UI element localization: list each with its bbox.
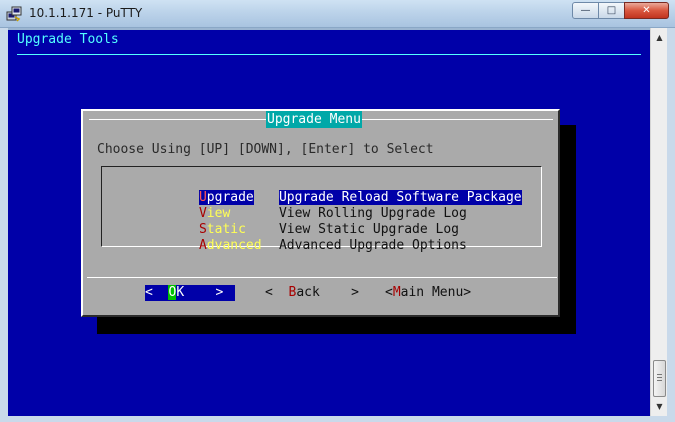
button-divider bbox=[87, 277, 557, 278]
button-bracket: < bbox=[265, 285, 289, 300]
minimize-button[interactable]: — bbox=[572, 2, 599, 19]
scroll-down-button[interactable]: ▼ bbox=[651, 398, 668, 415]
button-hotkey: M bbox=[392, 285, 401, 300]
grip-line bbox=[657, 380, 662, 381]
grip-line bbox=[657, 377, 662, 378]
ok-button[interactable]: < OK > bbox=[145, 285, 235, 301]
menu-item-label: dvanced bbox=[206, 238, 262, 253]
main-menu-button[interactable]: <Main Menu> bbox=[385, 285, 471, 301]
window-controls: — □ ✕ bbox=[572, 2, 669, 19]
close-icon: ✕ bbox=[642, 5, 651, 16]
menu-item-view[interactable]: View View Rolling Upgrade Log bbox=[152, 190, 467, 221]
minimize-icon: — bbox=[580, 5, 591, 16]
menu-item-hotkey: A bbox=[198, 238, 207, 253]
close-button[interactable]: ✕ bbox=[624, 2, 669, 19]
arrow-up-icon: ▲ bbox=[656, 33, 663, 42]
upgrade-menu-dialog: Upgrade Menu Choose Using [UP] [DOWN], [… bbox=[81, 109, 560, 317]
window-frame-right bbox=[667, 28, 675, 422]
header-divider bbox=[17, 54, 641, 55]
title-bar[interactable]: 10.1.1.171 - PuTTY — □ ✕ bbox=[0, 0, 675, 28]
dialog-title: Upgrade Menu bbox=[266, 111, 362, 128]
putty-icon bbox=[6, 6, 22, 22]
button-label: ain Menu> bbox=[400, 285, 472, 300]
vertical-scrollbar[interactable]: ▲ ▼ bbox=[650, 28, 667, 416]
screen-header: Upgrade Tools bbox=[17, 32, 119, 47]
dialog-prompt: Choose Using [UP] [DOWN], [Enter] to Sel… bbox=[97, 142, 434, 157]
menu-item-advanced[interactable]: Advanced Advanced Upgrade Options bbox=[152, 222, 467, 253]
window-frame-left bbox=[0, 28, 8, 422]
window-frame-bottom bbox=[0, 416, 675, 422]
maximize-icon: □ bbox=[606, 5, 617, 16]
button-bracket: < bbox=[385, 285, 393, 300]
grip-line bbox=[657, 374, 662, 375]
maximize-button[interactable]: □ bbox=[598, 2, 625, 19]
arrow-down-icon: ▼ bbox=[656, 402, 663, 411]
back-button[interactable]: < Back > bbox=[265, 285, 359, 301]
button-label: K > bbox=[176, 285, 224, 300]
scroll-up-button[interactable]: ▲ bbox=[651, 29, 668, 46]
button-label: ack > bbox=[296, 285, 359, 300]
window-title: 10.1.1.171 - PuTTY bbox=[29, 6, 143, 20]
menu-item-static[interactable]: Static View Static Upgrade Log bbox=[152, 206, 459, 237]
menu-item-description: Advanced Upgrade Options bbox=[278, 238, 467, 253]
menu-item-upgrade[interactable]: Upgrade Upgrade Reload Software Package bbox=[152, 174, 522, 205]
button-bracket: < bbox=[145, 285, 169, 300]
scrollbar-thumb[interactable] bbox=[653, 360, 666, 397]
menu-list: Upgrade Upgrade Reload Software Package V… bbox=[101, 166, 542, 253]
